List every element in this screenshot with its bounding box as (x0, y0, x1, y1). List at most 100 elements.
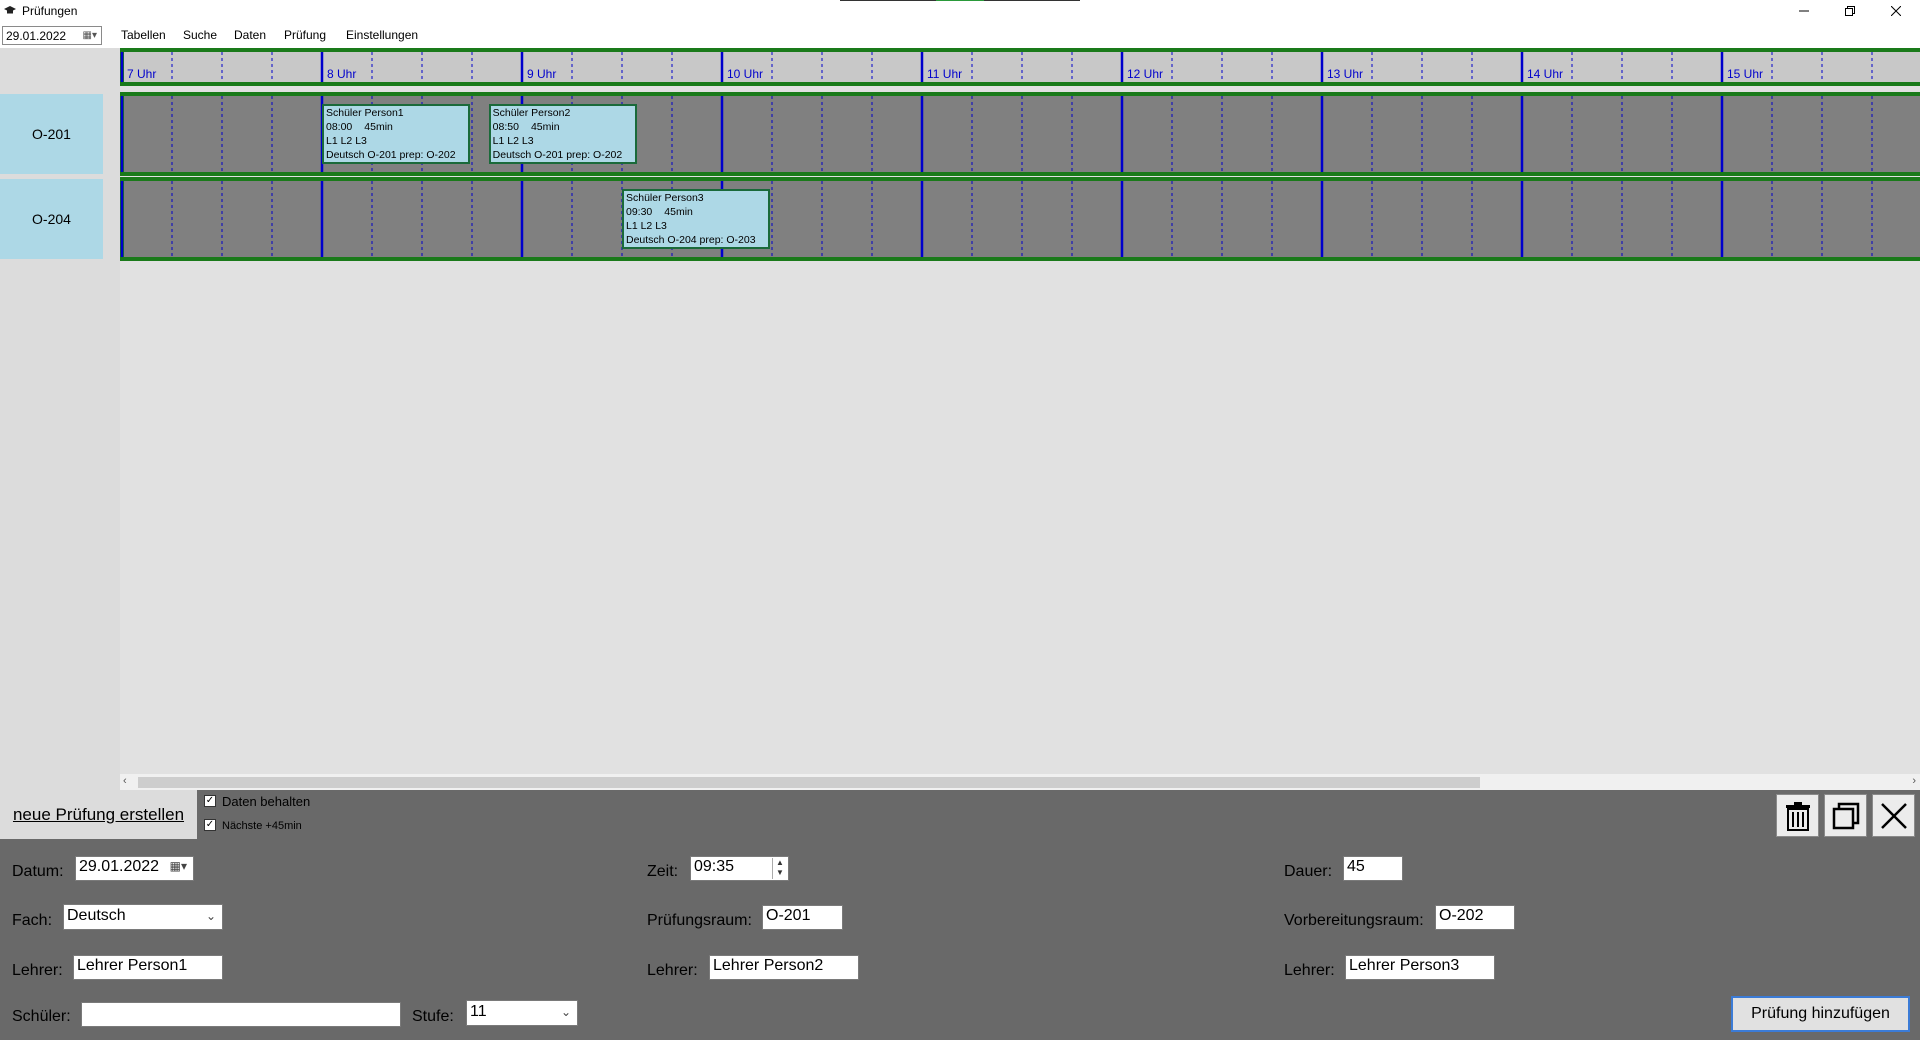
menu-einstellungen[interactable]: Einstellungen (346, 28, 418, 42)
cancel-button[interactable] (1872, 794, 1915, 837)
stufe-select[interactable]: 11 ⌄ (466, 1000, 578, 1026)
exam-form-panel: neue Prüfung erstellen ✓ Daten behalten … (0, 790, 1920, 1040)
exam-block[interactable]: Schüler Person1 08:00 45min L1 L2 L3 Deutsch… (322, 104, 470, 164)
trash-icon (1785, 801, 1810, 831)
exam-student: Schüler Person1 (326, 107, 404, 119)
restore-button[interactable] (1827, 0, 1873, 22)
exam-time: 09:30 (626, 206, 653, 218)
exam-teachers-row: L1 L2 L3 (626, 219, 766, 233)
exam-details-row: Deutsch O-204 prep: O-203 (626, 233, 766, 247)
exam-block[interactable]: Schüler Person3 09:30 45min L1 L2 L3 Deutsch… (622, 189, 770, 249)
lehrer2-input[interactable]: Lehrer Person2 (709, 955, 859, 980)
exam-duration: 45min (364, 121, 393, 133)
next-45min-label: Nächste +45min (222, 820, 302, 832)
schueler-input[interactable] (81, 1002, 401, 1027)
minimize-icon (1799, 10, 1809, 12)
calendar-dropdown-icon: ▦▾ (169, 859, 187, 873)
keep-data-label: Daten behalten (222, 794, 311, 809)
close-icon (1891, 6, 1901, 16)
close-icon (1880, 802, 1907, 829)
exam-time-row: 08:00 45min (326, 120, 466, 134)
exam-duration: 45min (530, 121, 560, 133)
exam-time-row: 08:50 45min (493, 120, 633, 134)
time-spinner[interactable]: ▲ ▼ (772, 858, 787, 879)
dauer-label: Dauer: (1284, 863, 1333, 880)
hour-label: 9 Uhr (527, 67, 556, 81)
menu-tabellen[interactable]: Tabellen (121, 28, 166, 42)
vorbereitungsraum-label: Vorbereitungsraum: (1284, 912, 1424, 929)
dauer-input[interactable]: 45 (1343, 856, 1403, 881)
scrollbar-thumb[interactable] (138, 777, 1480, 788)
menu-bar: 29.01.2022 ▦▾ Tabellen Suche Daten Prüfu… (0, 22, 1920, 48)
room-label-o204[interactable]: O-204 (0, 179, 103, 259)
calendar-dropdown-icon: ▦▾ (82, 30, 97, 41)
datum-picker[interactable]: 29.01.2022 ▦▾ (75, 856, 194, 881)
room-label-o201[interactable]: O-201 (0, 94, 103, 174)
lehrer2-value: Lehrer Person2 (713, 957, 824, 974)
exam-student: Schüler Person3 (626, 192, 704, 204)
menu-pruefung[interactable]: Prüfung (284, 28, 326, 42)
dauer-value: 45 (1347, 858, 1365, 875)
vorbereitungsraum-value: O-202 (1439, 907, 1484, 924)
top-date-picker[interactable]: 29.01.2022 ▦▾ (2, 26, 102, 45)
copy-icon (1832, 802, 1859, 829)
exam-details-row: Deutsch O-201 prep: O-202 (493, 148, 633, 162)
window-title: Prüfungen (22, 4, 78, 18)
room-track-1 (120, 177, 1920, 261)
datum-value: 29.01.2022 (79, 858, 160, 875)
lehrer3-label: Lehrer: (1284, 962, 1335, 979)
exam-time: 08:00 (326, 121, 353, 133)
exam-details-row: Deutsch O-201 prep: O-202 (326, 148, 466, 162)
restore-icon (1845, 6, 1855, 16)
scroll-left-icon[interactable]: ‹ (123, 775, 127, 787)
exam-details: Deutsch O-204 prep: O-203 (626, 234, 756, 246)
add-exam-button[interactable]: Prüfung hinzufügen (1731, 996, 1910, 1032)
next-45min-checkbox[interactable]: ✓ (204, 819, 216, 831)
lehrer3-input[interactable]: Lehrer Person3 (1345, 955, 1495, 980)
hour-label: 13 Uhr (1327, 67, 1363, 81)
graduation-cap-icon (4, 6, 16, 14)
chevron-down-icon: ⌄ (205, 909, 216, 923)
exam-block[interactable]: Schüler Person2 08:50 45min L1 L2 L3 Deutsch… (488, 104, 637, 164)
zeit-input[interactable]: 09:35 ▲ ▼ (690, 856, 789, 881)
pruefungsraum-input[interactable]: O-201 (762, 905, 843, 930)
horizontal-scrollbar[interactable]: ‹ › (120, 774, 1920, 790)
hour-label: 11 Uhr (927, 67, 962, 81)
lehrer1-value: Lehrer Person1 (77, 957, 188, 974)
datum-label: Datum: (12, 863, 64, 880)
exam-student-row: Schüler Person1 (326, 106, 466, 120)
lehrer3-value: Lehrer Person3 (1349, 957, 1460, 974)
duplicate-button[interactable] (1824, 794, 1867, 837)
close-window-button[interactable] (1873, 0, 1919, 22)
menu-daten[interactable]: Daten (234, 28, 266, 42)
keep-data-checkbox[interactable]: ✓ (204, 795, 216, 807)
vorbereitungsraum-input[interactable]: O-202 (1435, 905, 1515, 930)
chevron-down-icon: ⌄ (560, 1005, 571, 1019)
menu-suche[interactable]: Suche (183, 28, 217, 42)
exam-duration: 45min (664, 206, 693, 218)
schedule-grid: 7 Uhr 8 Uhr 9 Uhr 10 Uhr 11 Uhr 12 Uhr 13 Uhr 1… (120, 48, 1920, 775)
exam-teachers-row: L1 L2 L3 (326, 134, 466, 148)
timeline-header (120, 48, 1920, 86)
exam-time: 08:50 (492, 121, 519, 133)
lehrer2-label: Lehrer: (647, 962, 698, 979)
zeit-value: 09:35 (694, 858, 735, 875)
fach-label: Fach: (12, 912, 53, 929)
stufe-label: Stufe: (412, 1008, 454, 1025)
exam-teachers-row: L1 L2 L3 (493, 134, 633, 148)
room-column: O-201 O-204 (0, 48, 120, 790)
hour-label: 12 Uhr (1127, 67, 1163, 81)
exam-details: Deutsch O-201 prep: O-202 (326, 149, 456, 161)
lehrer1-input[interactable]: Lehrer Person1 (73, 955, 223, 980)
hour-label: 8 Uhr (327, 67, 356, 81)
exam-student-row: Schüler Person3 (626, 191, 766, 205)
fach-select[interactable]: Deutsch ⌄ (63, 904, 223, 930)
fach-value: Deutsch (67, 907, 126, 924)
hour-label: 14 Uhr (1527, 67, 1563, 81)
hour-label: 10 Uhr (727, 67, 763, 81)
lehrer1-label: Lehrer: (12, 962, 63, 979)
new-exam-button[interactable]: neue Prüfung erstellen (0, 790, 197, 839)
delete-button[interactable] (1776, 794, 1819, 837)
minimize-button[interactable] (1781, 0, 1827, 22)
scroll-right-icon[interactable]: › (1912, 775, 1916, 787)
